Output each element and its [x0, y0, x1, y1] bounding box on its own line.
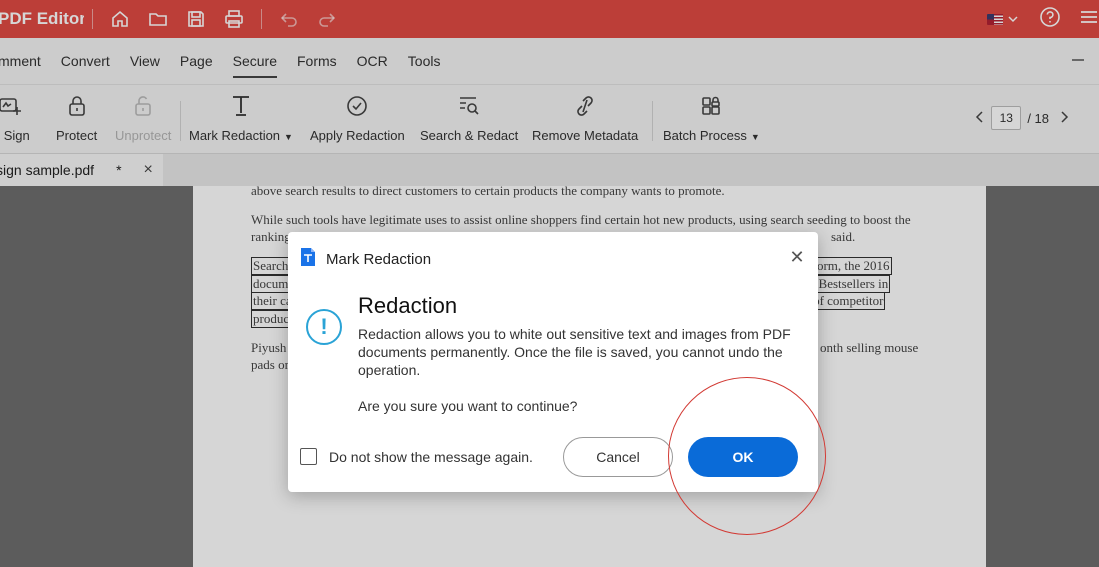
dialog-header: Mark Redaction — [300, 247, 431, 272]
dialog-question: Are you sure you want to continue? — [358, 398, 578, 414]
cancel-button[interactable]: Cancel — [563, 437, 673, 477]
dialog-heading: Redaction — [358, 293, 458, 318]
dont-show-again-option[interactable]: Do not show the message again. — [300, 448, 533, 465]
dialog-title: Mark Redaction — [326, 251, 432, 268]
close-icon[interactable]: ✕ — [788, 248, 806, 266]
dialog-message: Redaction allows you to white out sensit… — [358, 326, 791, 378]
dont-show-again-checkbox[interactable] — [300, 448, 317, 465]
exclamation-icon: ! — [306, 309, 342, 345]
highlight-annotation-circle — [668, 377, 826, 535]
app-doc-icon — [300, 247, 316, 272]
checkbox-label: Do not show the message again. — [329, 448, 533, 465]
